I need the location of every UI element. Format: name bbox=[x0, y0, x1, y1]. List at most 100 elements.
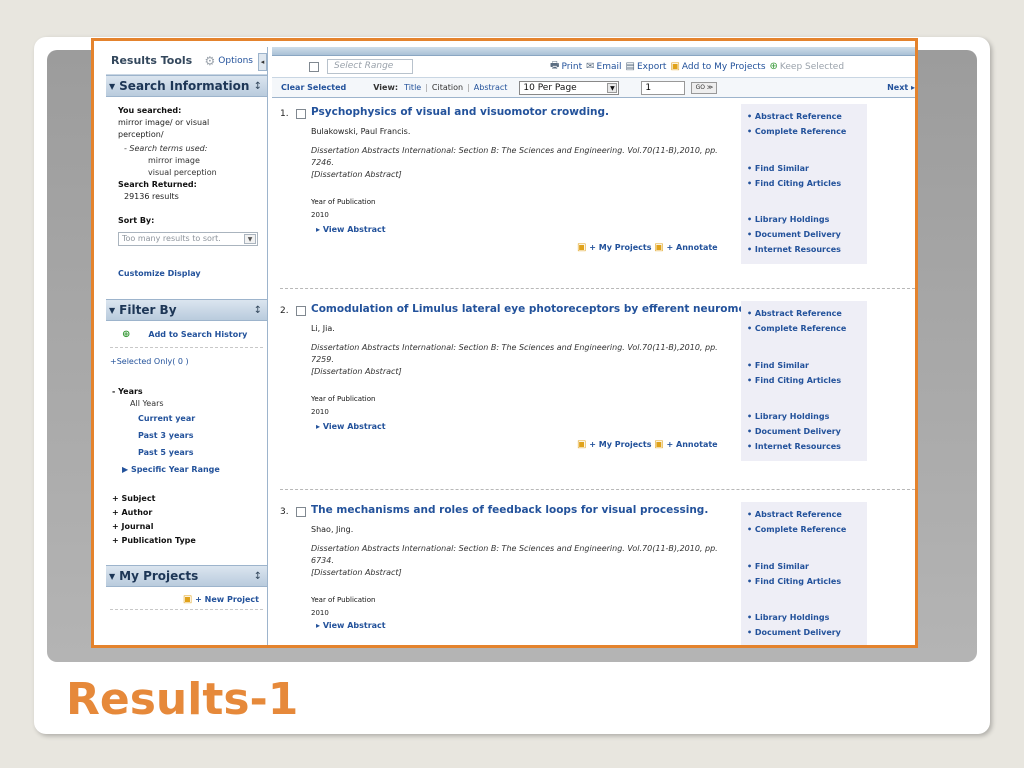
print-label: Print bbox=[561, 61, 583, 72]
library-holdings-link[interactable]: • Library Holdings bbox=[747, 212, 867, 227]
page-number-input[interactable]: 1 bbox=[641, 80, 686, 95]
record-title-link[interactable]: Psychophysics of visual and visuomotor c… bbox=[311, 106, 609, 118]
document-delivery-link[interactable]: • Document Delivery bbox=[747, 625, 867, 640]
internet-resources-link[interactable]: • Internet Resources bbox=[747, 439, 867, 454]
add-to-my-projects-link[interactable]: + My Projects bbox=[589, 440, 651, 449]
years-label[interactable]: - Years bbox=[112, 386, 267, 398]
record-checkbox[interactable] bbox=[296, 109, 306, 119]
record-checkbox[interactable] bbox=[296, 306, 306, 316]
expand-triangle-icon: ▸ bbox=[316, 621, 323, 630]
options-button[interactable]: ⚙ Options bbox=[205, 54, 254, 68]
specific-year-range-label: Specific Year Range bbox=[130, 465, 220, 474]
abstract-reference-link[interactable]: • Abstract Reference bbox=[747, 507, 867, 522]
record-author: Shao, Jing. bbox=[311, 525, 354, 534]
add-to-projects-button[interactable]: ▣ Add to My Projects bbox=[670, 61, 765, 72]
annotate-link[interactable]: + Annotate bbox=[667, 243, 718, 252]
library-holdings-label: Library Holdings bbox=[754, 613, 830, 622]
chevron-down-icon: ▼ bbox=[244, 234, 256, 244]
keep-selected-button[interactable]: ⊕ Keep Selected bbox=[770, 61, 845, 72]
record-title-link[interactable]: The mechanisms and roles of feedback loo… bbox=[311, 504, 708, 516]
select-range-input[interactable]: Select Range bbox=[327, 59, 413, 74]
select-all-checkbox[interactable] bbox=[309, 61, 319, 72]
find-similar-link[interactable]: • Find Similar bbox=[747, 161, 867, 176]
complete-reference-link[interactable]: • Complete Reference bbox=[747, 321, 867, 336]
complete-reference-link[interactable]: • Complete Reference bbox=[747, 124, 867, 139]
folder-add-icon: ▣ bbox=[577, 439, 587, 450]
go-button[interactable]: GO ≫ bbox=[691, 81, 718, 94]
view-abstract-link[interactable]: Abstract bbox=[474, 83, 508, 92]
collapse-triangle-icon: ▼ bbox=[109, 571, 116, 581]
view-abstract-link[interactable]: ▸ View Abstract bbox=[316, 422, 386, 431]
abstract-reference-label: Abstract Reference bbox=[754, 112, 842, 121]
email-button[interactable]: ✉ Email bbox=[586, 61, 621, 72]
drag-handle-icon[interactable]: ↕ bbox=[254, 81, 262, 92]
search-information-header[interactable]: ▼ Search Information ↕ bbox=[106, 75, 267, 97]
export-button[interactable]: ▤ Export bbox=[626, 61, 667, 72]
view-abstract-label: View Abstract bbox=[322, 225, 386, 234]
specific-year-range-link[interactable]: ▶ Specific Year Range bbox=[112, 464, 267, 476]
document-delivery-link[interactable]: • Document Delivery bbox=[747, 424, 867, 439]
year-filter-past-5[interactable]: Past 5 years bbox=[112, 444, 267, 461]
find-citing-label: Find Citing Articles bbox=[754, 179, 842, 188]
facet-subject[interactable]: + Subject bbox=[112, 492, 267, 506]
collapse-triangle-icon: ▼ bbox=[109, 305, 116, 315]
complete-reference-label: Complete Reference bbox=[754, 127, 847, 136]
annotate-link[interactable]: + Annotate bbox=[667, 440, 718, 449]
find-citing-articles-link[interactable]: • Find Citing Articles bbox=[747, 176, 867, 191]
year-filter-current[interactable]: Current year bbox=[112, 410, 267, 427]
expand-triangle-icon: ▸ bbox=[316, 225, 323, 234]
view-abstract-link[interactable]: ▸ View Abstract bbox=[316, 621, 386, 630]
abstract-reference-link[interactable]: • Abstract Reference bbox=[747, 109, 867, 124]
keep-selected-label: Keep Selected bbox=[779, 61, 845, 72]
view-citation-link[interactable]: Citation bbox=[432, 83, 463, 92]
filter-by-header[interactable]: ▼ Filter By ↕ bbox=[106, 299, 267, 321]
search-terms-label: - Search terms used: bbox=[124, 144, 208, 153]
library-holdings-link[interactable]: • Library Holdings bbox=[747, 610, 867, 625]
library-holdings-label: Library Holdings bbox=[754, 215, 830, 224]
add-history-label: Add to Search History bbox=[148, 330, 248, 339]
library-holdings-link[interactable]: • Library Holdings bbox=[747, 409, 867, 424]
find-similar-link[interactable]: • Find Similar bbox=[747, 559, 867, 574]
collapse-sidebar-button[interactable]: ◂ bbox=[258, 53, 267, 71]
print-button[interactable]: 🖶 Print bbox=[550, 58, 582, 75]
facet-author[interactable]: + Author bbox=[112, 506, 267, 520]
my-projects-header[interactable]: ▼ My Projects ↕ bbox=[106, 565, 267, 587]
drag-handle-icon[interactable]: ↕ bbox=[254, 305, 262, 316]
view-abstract-link[interactable]: ▸ View Abstract bbox=[316, 225, 386, 234]
document-delivery-link[interactable]: • Document Delivery bbox=[747, 227, 867, 242]
folder-add-icon: ▣ bbox=[670, 61, 680, 72]
record-checkbox[interactable] bbox=[296, 507, 306, 517]
find-citing-articles-link[interactable]: • Find Citing Articles bbox=[747, 574, 867, 589]
per-page-select[interactable]: 10 Per Page ▼ bbox=[519, 80, 620, 95]
record-actions: ▣ + My Projects ▣ + Annotate bbox=[577, 242, 718, 253]
view-title-link[interactable]: Title bbox=[404, 83, 421, 92]
record-source: Dissertation Abstracts International: Se… bbox=[311, 543, 721, 579]
facet-journal[interactable]: + Journal bbox=[112, 520, 267, 534]
selected-only-link[interactable]: +Selected Only( 0 ) bbox=[106, 348, 267, 368]
complete-reference-label: Complete Reference bbox=[754, 525, 847, 534]
abstract-reference-link[interactable]: • Abstract Reference bbox=[747, 306, 867, 321]
sort-placeholder: Too many results to sort. bbox=[122, 234, 221, 243]
complete-reference-link[interactable]: • Complete Reference bbox=[747, 522, 867, 537]
results-tools-header: Results Tools ⚙ Options ◂ bbox=[106, 47, 267, 75]
sort-select[interactable]: Too many results to sort. ▼ bbox=[118, 232, 258, 246]
record-title-link[interactable]: Comodulation of Limulus lateral eye phot… bbox=[311, 303, 799, 315]
find-similar-link[interactable]: • Find Similar bbox=[747, 358, 867, 373]
year-filter-past-3[interactable]: Past 3 years bbox=[112, 427, 267, 444]
next-page-link[interactable]: Next ▸ bbox=[887, 83, 915, 92]
internet-resources-link[interactable]: • Internet Resources bbox=[747, 242, 867, 257]
facet-list: + Subject + Author + Journal + Publicati… bbox=[106, 476, 267, 548]
drag-handle-icon[interactable]: ↕ bbox=[254, 571, 262, 582]
you-searched-label: You searched: bbox=[118, 106, 182, 115]
facet-publication-type[interactable]: + Publication Type bbox=[112, 534, 267, 548]
find-citing-articles-link[interactable]: • Find Citing Articles bbox=[747, 373, 867, 388]
keep-icon: ⊕ bbox=[769, 61, 778, 72]
clear-selected-link[interactable]: Clear Selected bbox=[281, 83, 346, 92]
new-project-button[interactable]: ▣ + New Project bbox=[110, 587, 263, 610]
add-to-search-history-button[interactable]: ⊕ Add to Search History bbox=[110, 321, 263, 348]
customize-display-link[interactable]: Customize Display bbox=[118, 268, 267, 280]
add-to-my-projects-link[interactable]: + My Projects bbox=[589, 243, 651, 252]
collapse-triangle-icon: ▼ bbox=[109, 81, 116, 91]
